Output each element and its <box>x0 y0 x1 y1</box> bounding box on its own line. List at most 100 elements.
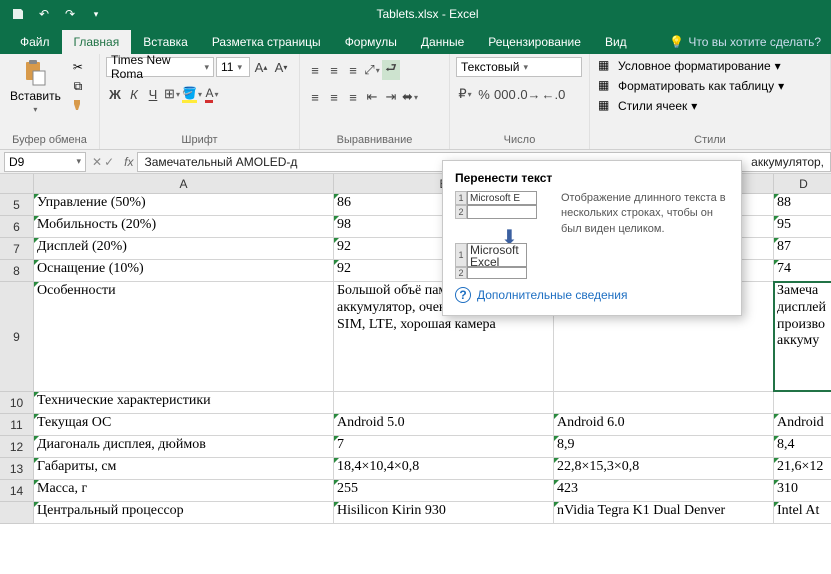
cell[interactable]: 22,8×15,3×0,8 <box>554 458 774 480</box>
inc-decimal-icon[interactable]: .0→ <box>517 84 541 104</box>
copy-icon[interactable]: ⧉ <box>69 78 87 94</box>
italic-button[interactable]: К <box>125 84 143 104</box>
row-header[interactable]: 11 <box>0 414 34 436</box>
tab-review[interactable]: Рецензирование <box>476 30 593 54</box>
fill-color-button[interactable]: 🪣 <box>182 84 202 104</box>
border-button[interactable]: ⊞ <box>163 84 181 104</box>
name-box[interactable]: D9▾ <box>4 152 86 172</box>
bold-button[interactable]: Ж <box>106 84 124 104</box>
cell[interactable] <box>334 392 554 414</box>
cell[interactable]: Масса, г <box>34 480 334 502</box>
conditional-format-button[interactable]: ▦Условное форматирование ▾ <box>596 57 786 75</box>
cell[interactable]: 7 <box>334 436 554 458</box>
tab-insert[interactable]: Вставка <box>131 30 200 54</box>
row-header[interactable]: 12 <box>0 436 34 458</box>
row-header[interactable]: 10 <box>0 392 34 414</box>
row-header[interactable]: 13 <box>0 458 34 480</box>
column-header[interactable]: A <box>34 174 334 194</box>
cell[interactable]: 310 <box>774 480 831 502</box>
row-header[interactable]: 6 <box>0 216 34 238</box>
orientation-icon[interactable]: ⤢ <box>363 60 381 80</box>
cell[interactable]: Intel At <box>774 502 831 524</box>
cell[interactable]: Особенности <box>34 282 334 392</box>
align-center-icon[interactable]: ≡ <box>325 87 343 107</box>
row-header[interactable]: 5 <box>0 194 34 216</box>
row-header[interactable]: 7 <box>0 238 34 260</box>
tab-data[interactable]: Данные <box>409 30 476 54</box>
cell[interactable]: 18,4×10,4×0,8 <box>334 458 554 480</box>
cell[interactable]: Диагональ дисплея, дюймов <box>34 436 334 458</box>
number-format-combo[interactable]: Текстовый▾ <box>456 57 582 77</box>
qat-customize-icon[interactable]: ▾ <box>86 4 106 24</box>
fx-icon[interactable]: fx <box>120 155 137 169</box>
row-header[interactable]: 8 <box>0 260 34 282</box>
tab-layout[interactable]: Разметка страницы <box>200 30 333 54</box>
format-painter-icon[interactable] <box>69 97 87 113</box>
align-middle-icon[interactable]: ≡ <box>325 60 343 80</box>
cell[interactable]: 87 <box>774 238 831 260</box>
enter-icon[interactable]: ✓ <box>104 155 114 169</box>
font-size-combo[interactable]: 11▾ <box>216 57 250 77</box>
shrink-font-icon[interactable]: A▾ <box>272 57 290 77</box>
cell[interactable]: Android 5.0 <box>334 414 554 436</box>
tooltip-help-link[interactable]: ?Дополнительные сведения <box>455 287 729 303</box>
cell[interactable]: Дисплей (20%) <box>34 238 334 260</box>
tab-home[interactable]: Главная <box>62 30 132 54</box>
dec-decimal-icon[interactable]: ←.0 <box>542 84 566 104</box>
row-header[interactable]: 9 <box>0 282 34 392</box>
select-all-corner[interactable] <box>0 174 34 194</box>
column-header[interactable]: D <box>774 174 831 194</box>
cell[interactable] <box>554 392 774 414</box>
align-right-icon[interactable]: ≡ <box>344 87 362 107</box>
row-header[interactable]: 14 <box>0 480 34 502</box>
cut-icon[interactable]: ✂ <box>69 59 87 75</box>
align-left-icon[interactable]: ≡ <box>306 87 324 107</box>
cell[interactable]: 255 <box>334 480 554 502</box>
tab-view[interactable]: Вид <box>593 30 639 54</box>
wrap-text-button[interactable]: ⮐ <box>382 60 400 80</box>
align-bottom-icon[interactable]: ≡ <box>344 60 362 80</box>
cell[interactable]: 95 <box>774 216 831 238</box>
cell-styles-button[interactable]: ▦Стили ячеек ▾ <box>596 97 786 115</box>
cell[interactable]: Оснащение (10%) <box>34 260 334 282</box>
cell[interactable]: nVidia Tegra K1 Dual Denver <box>554 502 774 524</box>
tell-me[interactable]: 💡Что вы хотите сделать? <box>659 30 831 54</box>
cell[interactable]: Hisilicon Kirin 930 <box>334 502 554 524</box>
tab-formulas[interactable]: Формулы <box>333 30 409 54</box>
row-header[interactable] <box>0 502 34 524</box>
font-color-button[interactable]: A <box>203 84 221 104</box>
font-name-combo[interactable]: Times New Roma▾ <box>106 57 214 77</box>
indent-inc-icon[interactable]: ⇥ <box>382 87 400 107</box>
tab-file[interactable]: Файл <box>8 30 62 54</box>
cell[interactable]: 8,4 <box>774 436 831 458</box>
cell[interactable]: Android <box>774 414 831 436</box>
percent-icon[interactable]: % <box>475 84 493 104</box>
cell[interactable] <box>774 392 831 414</box>
paste-button[interactable]: Вставить ▾ <box>6 57 65 116</box>
cell[interactable]: 423 <box>554 480 774 502</box>
cell[interactable]: 21,6×12 <box>774 458 831 480</box>
cell[interactable]: 74 <box>774 260 831 282</box>
cell[interactable]: 8,9 <box>554 436 774 458</box>
cell[interactable]: Мобильность (20%) <box>34 216 334 238</box>
undo-icon[interactable]: ↶ <box>34 4 54 24</box>
cell[interactable]: Замеча дисплей произво аккуму <box>774 282 831 392</box>
cell[interactable]: Технические характеристики <box>34 392 334 414</box>
cell[interactable]: 88 <box>774 194 831 216</box>
currency-icon[interactable]: ₽ <box>456 84 474 104</box>
cell[interactable]: Android 6.0 <box>554 414 774 436</box>
cell[interactable]: Текущая ОС <box>34 414 334 436</box>
underline-button[interactable]: Ч <box>144 84 162 104</box>
save-icon[interactable] <box>8 4 28 24</box>
align-top-icon[interactable]: ≡ <box>306 60 324 80</box>
format-as-table-button[interactable]: ▦Форматировать как таблицу ▾ <box>596 77 786 95</box>
redo-icon[interactable]: ↷ <box>60 4 80 24</box>
comma-icon[interactable]: 000 <box>494 84 516 104</box>
cell[interactable]: Центральный процессор <box>34 502 334 524</box>
indent-dec-icon[interactable]: ⇤ <box>363 87 381 107</box>
merge-button[interactable]: ⬌ <box>401 87 419 107</box>
cancel-icon[interactable]: ✕ <box>92 155 102 169</box>
cell[interactable]: Габариты, см <box>34 458 334 480</box>
grow-font-icon[interactable]: A▴ <box>252 57 270 77</box>
cell[interactable]: Управление (50%) <box>34 194 334 216</box>
